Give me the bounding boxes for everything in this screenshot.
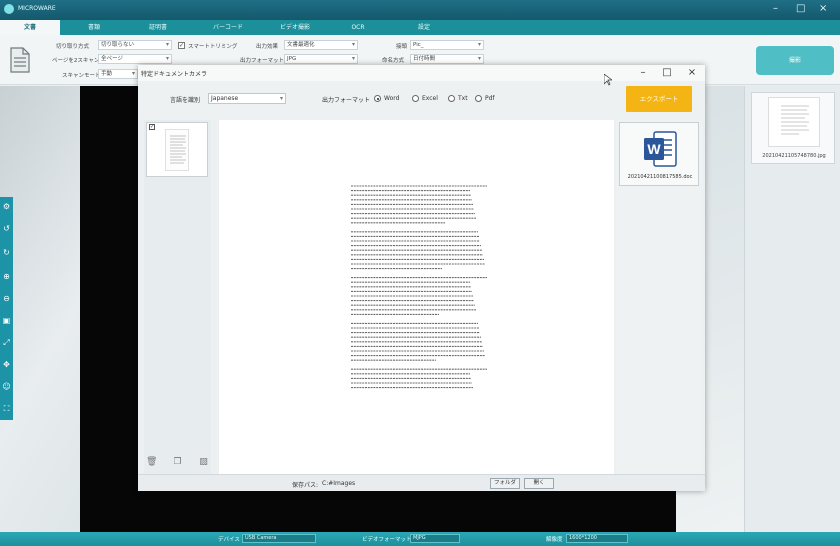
scan-mode-label: スキャンモード: [62, 73, 101, 79]
tab-papers[interactable]: 書類: [64, 20, 124, 35]
status-bar: デバイス USB Camera ビデオフォーマット MJPG 解像度 1600*…: [0, 532, 840, 546]
image-icon[interactable]: ▨: [198, 457, 209, 468]
browse-folder-button[interactable]: フォルダ: [490, 478, 520, 489]
format-pdf-radio[interactable]: [475, 95, 482, 102]
dialog-title: 特定ドキュメントカメラ: [141, 71, 208, 78]
format-txt-radio[interactable]: [448, 95, 455, 102]
format-pdf-label: Pdf: [485, 95, 495, 102]
rotate-left-icon[interactable]: ↺: [1, 223, 12, 234]
resolution-label: 解像度: [546, 537, 563, 543]
title-bar: MICROWARE – □ ×: [0, 0, 840, 20]
video-format-select[interactable]: MJPG: [410, 534, 460, 543]
thumbnail-filename: 20210421105748780.jpg: [762, 153, 826, 159]
mouse-cursor-icon: [604, 74, 612, 86]
crop-select[interactable]: 切り取らない: [98, 40, 172, 50]
smart-trim-checkbox[interactable]: ✓: [178, 42, 185, 49]
copy-icon[interactable]: ❐: [172, 457, 183, 468]
output-panel: W 20210421100817585.doc: [616, 120, 703, 475]
output-filename: 20210421100817585.doc: [627, 174, 693, 180]
dialog-close-button[interactable]: ×: [685, 66, 699, 80]
resolution-select[interactable]: 1600*1200: [566, 534, 628, 543]
settings-icon[interactable]: ⚙: [1, 201, 12, 212]
page-checkbox[interactable]: ✓: [149, 124, 155, 130]
video-format-label: ビデオフォーマット: [362, 537, 412, 543]
naming-select[interactable]: 日付時間: [410, 54, 484, 64]
side-toolbar: ⚙ ↺ ↻ ⊕ ⊖ ▣ ⤢ ✥ ☺ ⛶: [0, 197, 13, 420]
fit-icon[interactable]: ⤢: [1, 337, 12, 348]
device-select[interactable]: USB Camera: [242, 534, 316, 543]
format-excel-label: Excel: [422, 95, 438, 102]
tab-video[interactable]: ビデオ撮影: [262, 20, 328, 35]
output-effect-select[interactable]: 文書最適化: [284, 40, 358, 50]
device-label: デバイス: [218, 537, 240, 543]
close-button[interactable]: ×: [819, 3, 827, 15]
open-button[interactable]: 開く: [524, 478, 554, 489]
face-icon[interactable]: ☺: [1, 381, 12, 392]
zoom-in-icon[interactable]: ⊕: [1, 271, 12, 282]
page-scan-label: ページを2スキャン: [52, 58, 100, 64]
format-word-radio[interactable]: [374, 95, 381, 102]
tab-settings[interactable]: 設定: [396, 20, 452, 35]
word-file-icon: W: [644, 131, 677, 167]
save-path-value: C:#Images: [322, 480, 356, 487]
move-icon[interactable]: ✥: [1, 359, 12, 370]
page-thumbnail-image: [165, 129, 189, 171]
naming-label: 命名方式: [382, 58, 405, 64]
app-title: MICROWARE: [18, 5, 56, 12]
app-window: MICROWARE – □ × 文書 書類 証明書 バーコード ビデオ撮影 OC…: [0, 0, 840, 546]
page-thumbnail[interactable]: ✓: [146, 122, 208, 177]
output-format-select[interactable]: JPG: [284, 54, 358, 64]
scan-mode-select[interactable]: 手動: [98, 69, 138, 79]
ocr-dialog: 特定ドキュメントカメラ – □ × 言語を識別 Japanese 出力フォーマッ…: [138, 65, 705, 491]
dialog-minimize-button[interactable]: –: [636, 66, 650, 80]
format-word-label: Word: [384, 95, 400, 102]
dialog-titlebar: 特定ドキュメントカメラ – □ ×: [138, 65, 705, 81]
save-path-label: 保存パス:: [292, 482, 319, 489]
page-thumbnail-panel: ✓: [144, 120, 211, 475]
zoom-out-icon[interactable]: ⊖: [1, 293, 12, 304]
scan-button[interactable]: 撮影: [756, 46, 834, 75]
tab-bar: 文書 書類 証明書 バーコード ビデオ撮影 OCR 設定: [0, 20, 840, 35]
thumbnail-image: [768, 97, 820, 147]
language-select[interactable]: Japanese: [208, 93, 286, 104]
tab-barcode[interactable]: バーコード: [196, 20, 260, 35]
thumbnail-panel: 20210421105748780.jpg: [744, 86, 840, 532]
app-logo: [4, 4, 14, 14]
output-format-label: 出力フォーマット: [240, 58, 285, 64]
minimize-button[interactable]: –: [773, 3, 778, 15]
fullscreen-icon[interactable]: ⛶: [1, 403, 12, 414]
format-excel-radio[interactable]: [412, 95, 419, 102]
rotate-right-icon[interactable]: ↻: [1, 247, 12, 258]
ocr-page-preview: [219, 120, 614, 474]
document-text-image: [351, 185, 487, 389]
format-txt-label: Txt: [458, 95, 468, 102]
tab-certificate[interactable]: 証明書: [128, 20, 188, 35]
prefix-label: 接頭: [396, 44, 408, 50]
dialog-output-format-label: 出力フォーマット: [322, 97, 371, 104]
document-icon: [10, 47, 30, 73]
crop-label: 切り取り方式: [56, 44, 90, 50]
dialog-toolbar: 言語を識別 Japanese 出力フォーマット Word Excel Txt P…: [138, 81, 705, 119]
tab-document[interactable]: 文書: [0, 20, 60, 35]
export-button[interactable]: エクスポート: [626, 86, 692, 112]
dialog-footer: 保存パス: C:#Images フォルダ 開く: [138, 474, 705, 491]
ratio-icon[interactable]: ▣: [1, 315, 12, 326]
delete-icon[interactable]: 🗑: [146, 457, 157, 468]
language-label: 言語を識別: [170, 97, 201, 104]
dialog-maximize-button[interactable]: □: [660, 66, 674, 80]
output-file-card[interactable]: W 20210421100817585.doc: [619, 122, 699, 186]
smart-trim-label: スマートトリミング: [188, 44, 238, 50]
svg-text:W: W: [647, 141, 661, 157]
maximize-button[interactable]: □: [796, 3, 805, 15]
page-scan-select[interactable]: 全ページ: [98, 54, 172, 64]
tab-ocr[interactable]: OCR: [330, 20, 386, 35]
output-effect-label: 出力効果: [256, 44, 279, 50]
prefix-input[interactable]: Pic_: [410, 40, 484, 50]
thumbnail-card[interactable]: 20210421105748780.jpg: [751, 92, 835, 164]
